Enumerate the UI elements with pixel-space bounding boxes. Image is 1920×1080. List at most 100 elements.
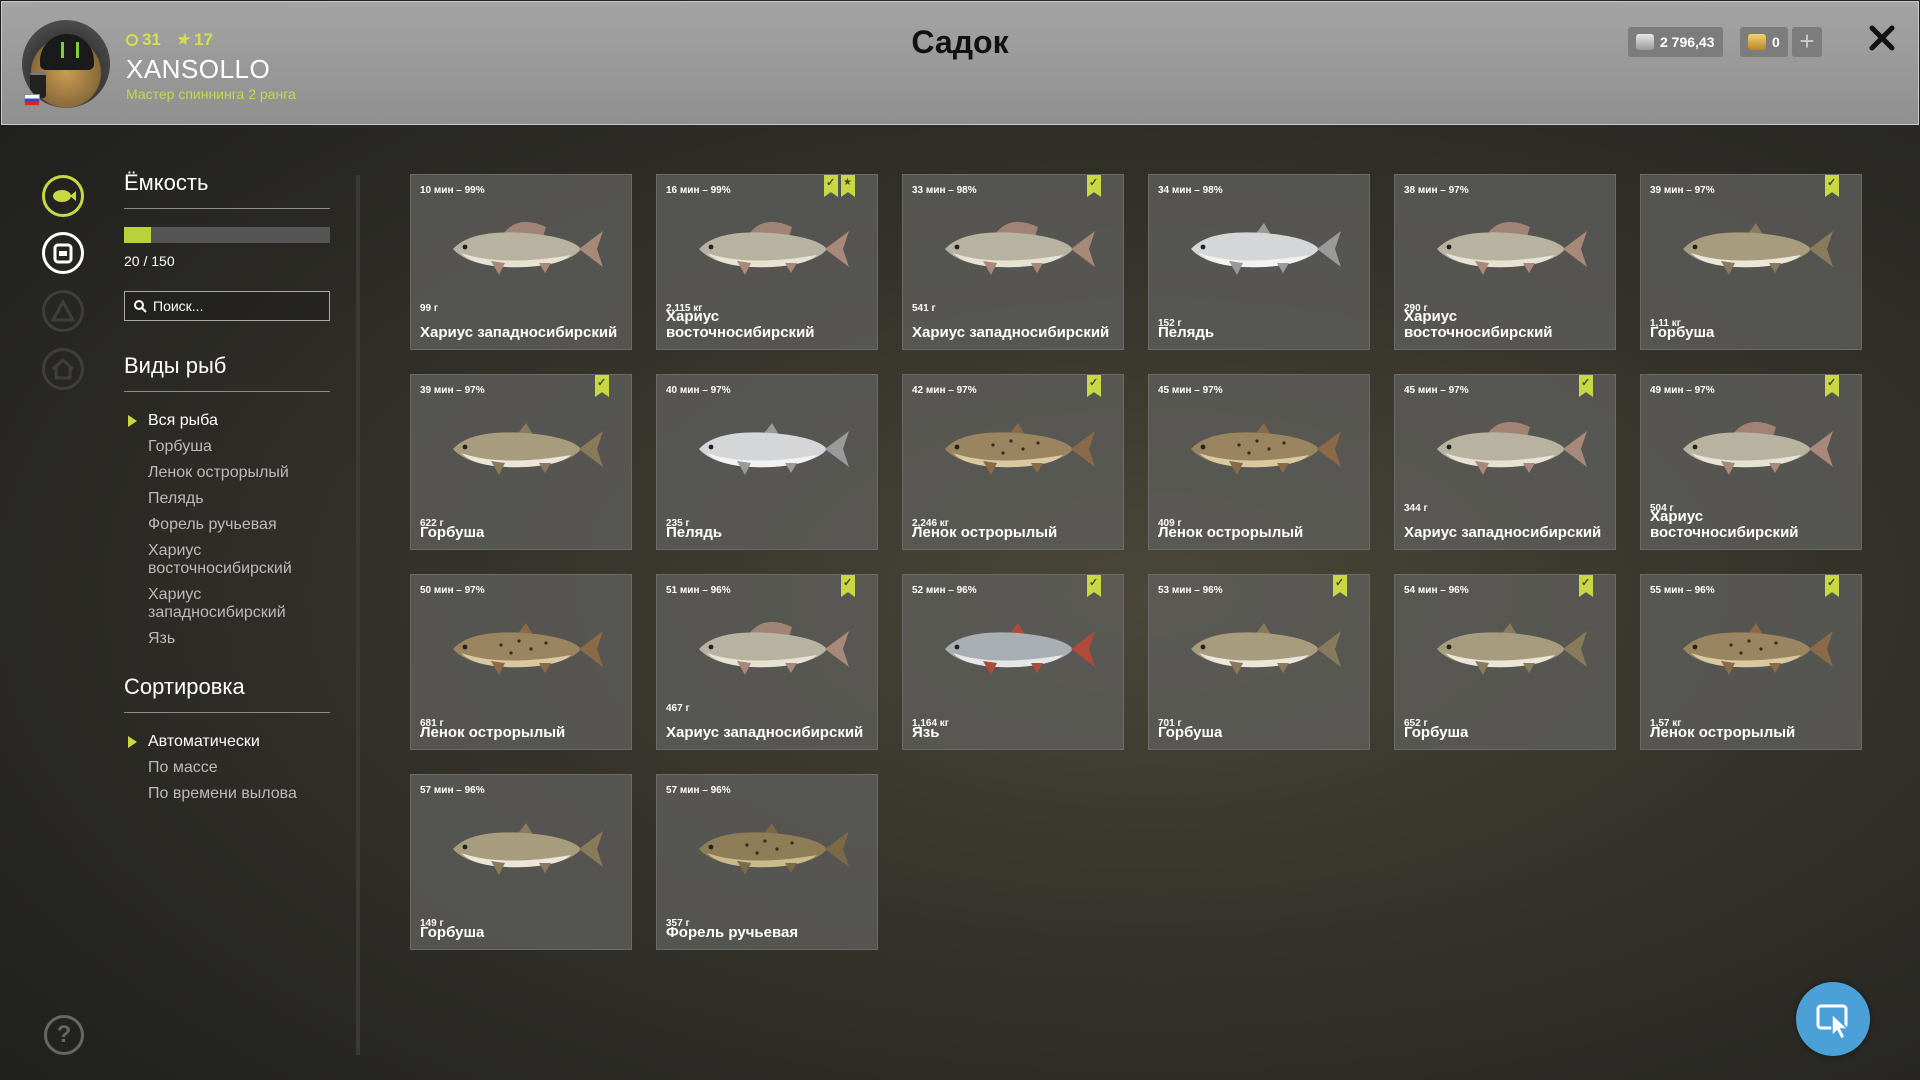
check-bookmark-icon <box>1087 375 1101 397</box>
fish-card[interactable]: 55 мин – 96% 1,57 кг Ленок острорылый <box>1640 574 1862 750</box>
fish-card[interactable]: 16 мин – 99% 2,115 кг Хариус восточносиб… <box>656 174 878 350</box>
gold-balance[interactable]: 0 <box>1740 27 1788 57</box>
card-marks <box>1825 175 1839 197</box>
add-currency-button[interactable]: + <box>1792 27 1822 57</box>
check-bookmark-icon <box>1825 375 1839 397</box>
catch-time: 45 мин – 97% <box>1158 385 1223 396</box>
catch-time: 34 мин – 98% <box>1158 185 1223 196</box>
fish-card[interactable]: 39 мин – 97% 622 г Горбуша <box>410 374 632 550</box>
fish-image <box>1191 423 1341 475</box>
search-icon <box>134 300 147 313</box>
catch-time: 45 мин – 97% <box>1404 385 1469 396</box>
capacity-bar <box>124 227 330 243</box>
fish-image <box>945 623 1095 675</box>
catch-time: 38 мин – 97% <box>1404 185 1469 196</box>
catch-time: 39 мин – 97% <box>1650 185 1715 196</box>
catch-time: 54 мин – 96% <box>1404 585 1469 596</box>
fish-card[interactable]: 52 мин – 96% 1,164 кг Язь <box>902 574 1124 750</box>
fish-card[interactable]: 50 мин – 97% 681 г Ленок острорылый <box>410 574 632 750</box>
capacity-count: 20 / 150 <box>124 253 175 269</box>
fish-name: Пелядь <box>1158 324 1215 341</box>
fish-card[interactable]: 38 мин – 97% 290 г Хариус восточносибирс… <box>1394 174 1616 350</box>
fish-card[interactable]: 40 мин – 97% 235 г Пелядь <box>656 374 878 550</box>
card-marks <box>1579 375 1593 397</box>
check-bookmark-icon <box>1333 575 1347 597</box>
fish-card[interactable]: 57 мин – 96% 357 г Форель ручьевая <box>656 774 878 950</box>
check-bookmark-icon <box>1087 575 1101 597</box>
fish-name: Горбуша <box>1404 724 1469 741</box>
fish-icon <box>53 190 76 202</box>
fish-image <box>1191 623 1341 675</box>
card-marks <box>1087 175 1101 197</box>
species-filter-item[interactable]: Пелядь <box>124 486 330 512</box>
fish-card[interactable]: 34 мин – 98% 152 г Пелядь <box>1148 174 1370 350</box>
sort-title: Сортировка <box>124 674 330 713</box>
fish-card[interactable]: 53 мин – 96% 701 г Горбуша <box>1148 574 1370 750</box>
fish-image <box>699 423 849 475</box>
fish-card[interactable]: 33 мин – 98% 541 г Хариус западносибирск… <box>902 174 1124 350</box>
catch-time: 51 мин – 96% <box>666 585 731 596</box>
fish-card[interactable]: 10 мин – 99% 99 г Хариус западносибирски… <box>410 174 632 350</box>
species-filter-item[interactable]: Форель ручьевая <box>124 512 330 538</box>
fish-keepnet-tab-icon[interactable] <box>42 175 84 217</box>
capacity-fill <box>124 227 152 243</box>
species-filter-item[interactable]: Хариус восточносибирский <box>124 538 330 582</box>
tent-icon <box>50 298 76 322</box>
catch-time: 40 мин – 97% <box>666 385 731 396</box>
fish-weight: 541 г <box>912 303 936 314</box>
fish-name: Хариус западносибирский <box>420 324 618 341</box>
fish-name: Форель ручьевая <box>666 924 799 941</box>
check-bookmark-icon <box>841 575 855 597</box>
catch-time: 39 мин – 97% <box>420 385 485 396</box>
top-bar: 31 ★ 17 XANSOLLO Мастер спиннинга 2 ранга… <box>1 1 1919 125</box>
fish-name: Хариус западносибирский <box>912 324 1110 341</box>
fish-image <box>1683 223 1833 275</box>
search-input[interactable]: Поиск... <box>124 291 330 321</box>
species-filter-item[interactable]: Вся рыба <box>124 408 330 434</box>
fish-name: Язь <box>912 724 940 741</box>
cursor-mode-button[interactable] <box>1796 982 1870 1056</box>
close-icon[interactable] <box>1864 20 1900 56</box>
sort-option-item[interactable]: По времени вылова <box>124 781 330 807</box>
species-filter-item[interactable]: Язь <box>124 626 330 652</box>
card-marks <box>1087 575 1101 597</box>
check-bookmark-icon <box>824 175 838 197</box>
home-tab-icon[interactable] <box>42 348 84 390</box>
fish-name: Хариус западносибирский <box>1404 524 1602 541</box>
fish-weight: 344 г <box>1404 503 1428 514</box>
star-bookmark-icon <box>841 175 855 197</box>
fish-card[interactable]: 42 мин – 97% 2,246 кг Ленок острорылый <box>902 374 1124 550</box>
silver-coins-icon <box>1636 34 1654 50</box>
gold-coins-icon <box>1748 34 1766 50</box>
sort-option-item[interactable]: Автоматически <box>124 729 330 755</box>
fish-weight: 99 г <box>420 303 439 314</box>
help-icon[interactable]: ? <box>44 1015 84 1055</box>
species-filter-item[interactable]: Горбуша <box>124 434 330 460</box>
fish-card[interactable]: 45 мин – 97% 409 г Ленок острорылый <box>1148 374 1370 550</box>
fish-name: Ленок острорылый <box>912 524 1058 541</box>
silver-balance[interactable]: 2 796,43 <box>1628 27 1723 57</box>
species-filter-item[interactable]: Ленок острорылый <box>124 460 330 486</box>
fish-name: Хариус восточносибирский <box>666 308 815 341</box>
tent-tab-icon[interactable] <box>42 290 84 332</box>
fish-name: Горбуша <box>420 924 485 941</box>
fish-card[interactable]: 45 мин – 97% 344 г Хариус западносибирск… <box>1394 374 1616 550</box>
catch-time: 57 мин – 96% <box>420 785 485 796</box>
card-marks <box>1579 575 1593 597</box>
fish-card[interactable]: 57 мин – 96% 149 г Горбуша <box>410 774 632 950</box>
catch-time: 53 мин – 96% <box>1158 585 1223 596</box>
catch-time: 57 мин – 96% <box>666 785 731 796</box>
catch-time: 33 мин – 98% <box>912 185 977 196</box>
fish-card[interactable]: 54 мин – 96% 652 г Горбуша <box>1394 574 1616 750</box>
card-marks <box>1825 575 1839 597</box>
fish-card[interactable]: 51 мин – 96% 467 г Хариус западносибирск… <box>656 574 878 750</box>
fish-card[interactable]: 39 мин – 97% 1,11 кг Горбуша <box>1640 174 1862 350</box>
fish-card[interactable]: 49 мин – 97% 504 г Хариус восточносибирс… <box>1640 374 1862 550</box>
fish-name: Ленок острорылый <box>1650 724 1796 741</box>
sort-option-item[interactable]: По массе <box>124 755 330 781</box>
inventory-tab-icon[interactable] <box>42 232 84 274</box>
catch-time: 42 мин – 97% <box>912 385 977 396</box>
check-bookmark-icon <box>1825 575 1839 597</box>
species-filter-item[interactable]: Хариус западносибирский <box>124 582 330 626</box>
catch-time: 10 мин – 99% <box>420 185 485 196</box>
